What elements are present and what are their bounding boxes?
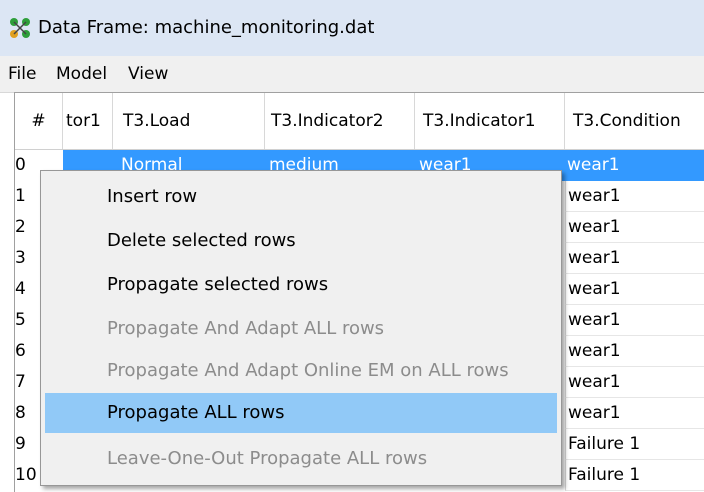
cell-condition[interactable]: wear1	[567, 150, 620, 181]
cell-condition[interactable]: wear1	[565, 274, 704, 305]
cell-condition[interactable]: Failure 1	[565, 429, 704, 460]
context-menu: Insert row Delete selected rows Propagat…	[40, 170, 562, 486]
column-header-row: # tor1 T3.Load T3.Indicator2 T3.Indicato…	[15, 93, 704, 150]
column-header-load[interactable]: T3.Load	[113, 93, 265, 149]
title-bar: Data Frame: machine_monitoring.dat	[0, 0, 704, 57]
column-header-indicator2[interactable]: T3.Indicator2	[265, 93, 415, 149]
cell-condition[interactable]: wear1	[565, 367, 704, 398]
menu-item-propagate-all-rows[interactable]: Propagate ALL rows	[45, 393, 557, 433]
window-title: Data Frame: machine_monitoring.dat	[38, 17, 375, 38]
menu-model[interactable]: Model	[56, 64, 107, 84]
column-header-index[interactable]: #	[15, 93, 63, 149]
menu-file[interactable]: File	[8, 64, 36, 84]
cell-condition[interactable]: wear1	[565, 336, 704, 367]
column-header-condition[interactable]: T3.Condition	[565, 93, 704, 149]
menu-item-insert-row[interactable]: Insert row	[45, 177, 557, 217]
menu-view[interactable]: View	[128, 64, 168, 84]
menu-item-delete-selected-rows[interactable]: Delete selected rows	[45, 221, 557, 261]
cell-condition[interactable]: Failure 1	[565, 460, 704, 491]
menu-item-propagate-adapt-online-em[interactable]: Propagate And Adapt Online EM on ALL row…	[45, 351, 557, 391]
cell-condition[interactable]: wear1	[565, 243, 704, 274]
menu-bar: File Model View	[0, 56, 704, 93]
bayes-network-app-icon	[10, 18, 30, 38]
cell-condition[interactable]: wear1	[565, 398, 704, 429]
column-header-indicator[interactable]: tor1	[63, 93, 113, 149]
column-header-indicator1[interactable]: T3.Indicator1	[415, 93, 565, 149]
cell-condition[interactable]: wear1	[565, 305, 704, 336]
cell-condition[interactable]: wear1	[565, 212, 704, 243]
menu-item-propagate-selected-rows[interactable]: Propagate selected rows	[45, 265, 557, 305]
menu-item-leave-one-out-propagate[interactable]: Leave-One-Out Propagate ALL rows	[45, 439, 557, 479]
menu-item-propagate-adapt-all-rows[interactable]: Propagate And Adapt ALL rows	[45, 309, 557, 349]
cell-condition[interactable]: wear1	[565, 181, 704, 212]
